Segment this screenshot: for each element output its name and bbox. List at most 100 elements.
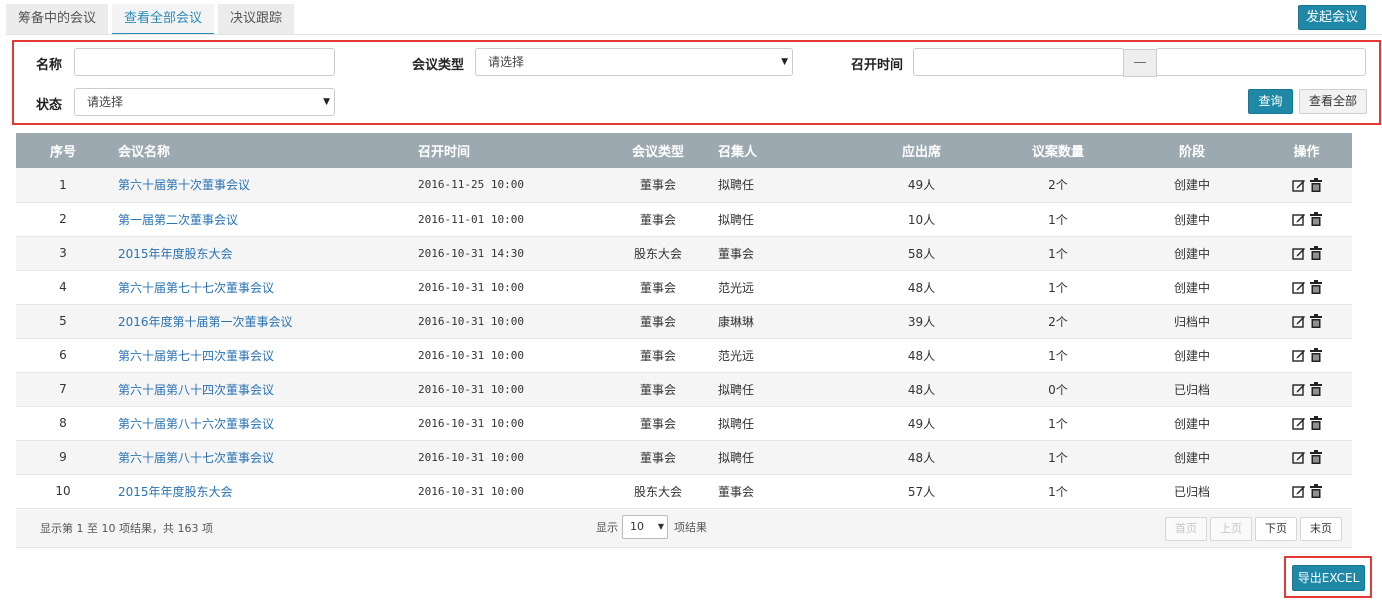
- col-header-time[interactable]: 召开时间: [410, 133, 606, 168]
- col-header-index[interactable]: 序号: [16, 133, 110, 168]
- tab-all-meetings[interactable]: 查看全部会议: [112, 4, 215, 35]
- end-time-input[interactable]: [1156, 48, 1366, 76]
- meeting-name-link[interactable]: 第六十届第八十七次董事会议: [110, 440, 410, 474]
- cell-motions: 1个: [1048, 280, 1068, 295]
- cell-actions: [1261, 372, 1352, 406]
- table-row: 2 第一届第二次董事会议 2016-11-01 10:00 董事会 拟聘任 10人 1个 创建…: [16, 202, 1352, 236]
- delete-icon[interactable]: [1308, 246, 1324, 261]
- meeting-name-link[interactable]: 2015年年度股东大会: [110, 236, 410, 270]
- cell-actions: [1261, 202, 1352, 236]
- cell-index: 6: [59, 348, 67, 362]
- col-header-convener[interactable]: 召集人: [710, 133, 850, 168]
- cell-actions: [1261, 236, 1352, 270]
- cell-motions: 1个: [1048, 450, 1068, 465]
- meeting-name-link[interactable]: 第六十届第八十四次董事会议: [110, 372, 410, 406]
- cell-index: 9: [59, 450, 67, 464]
- next-page-button[interactable]: 下页: [1255, 517, 1297, 541]
- cell-type: 董事会: [639, 382, 676, 397]
- edit-icon[interactable]: [1290, 416, 1308, 430]
- delete-icon[interactable]: [1308, 450, 1324, 465]
- edit-icon[interactable]: [1290, 178, 1308, 192]
- page-length-select[interactable]: 10 ▼: [622, 515, 668, 539]
- delete-icon[interactable]: [1308, 382, 1324, 397]
- delete-icon[interactable]: [1308, 314, 1324, 329]
- cell-type: 董事会: [639, 314, 676, 329]
- edit-icon[interactable]: [1290, 450, 1308, 464]
- tab-resolution-tracking[interactable]: 决议跟踪: [218, 4, 295, 35]
- cell-time: 2016-10-31 10:00: [418, 450, 524, 464]
- col-header-attendees[interactable]: 应出席: [850, 133, 993, 168]
- col-header-name[interactable]: 会议名称: [110, 133, 410, 168]
- filter-panel: 名称 会议类型 请选择 ▼ 召开时间 — 状态 请选择 ▼ 查询 查看全部: [12, 40, 1381, 125]
- cell-actions: [1261, 304, 1352, 338]
- col-header-stage[interactable]: 阶段: [1123, 133, 1261, 168]
- col-header-motions[interactable]: 议案数量: [993, 133, 1123, 168]
- type-select-value: 请选择: [488, 55, 525, 69]
- cell-attendees: 49人: [907, 178, 936, 193]
- cell-attendees: 48人: [907, 348, 936, 363]
- delete-icon[interactable]: [1308, 484, 1324, 499]
- cell-time: 2016-11-25 10:00: [418, 178, 524, 192]
- meeting-name-link[interactable]: 第六十届第七十四次董事会议: [110, 338, 410, 372]
- delete-icon[interactable]: [1308, 178, 1324, 192]
- table-row: 8 第六十届第八十六次董事会议 2016-10-31 10:00 董事会 拟聘任 49人 1…: [16, 406, 1352, 440]
- cell-type: 董事会: [639, 348, 676, 363]
- edit-icon[interactable]: [1290, 382, 1308, 396]
- meeting-name-link[interactable]: 2015年年度股东大会: [110, 474, 410, 508]
- cell-type: 董事会: [639, 416, 676, 431]
- cell-actions: [1261, 270, 1352, 304]
- page-length-suffix: 项结果: [674, 521, 707, 534]
- prev-page-button[interactable]: 上页: [1210, 517, 1252, 541]
- cell-motions: 1个: [1048, 348, 1068, 363]
- type-select[interactable]: 请选择 ▼: [475, 48, 793, 76]
- status-label: 状态: [36, 98, 63, 113]
- cell-attendees: 48人: [907, 450, 936, 465]
- meeting-name-link[interactable]: 第一届第二次董事会议: [110, 202, 410, 236]
- pagination-info: 显示第 1 至 10 项结果，共 163 项: [40, 522, 213, 535]
- name-input[interactable]: [74, 48, 335, 76]
- edit-icon[interactable]: [1290, 280, 1308, 294]
- page-length-label: 显示: [596, 521, 618, 534]
- cell-attendees: 48人: [907, 382, 936, 397]
- pagination-bar: 显示第 1 至 10 项结果，共 163 项 显示 10 ▼ 项结果 首页 上页…: [16, 510, 1352, 548]
- tab-preparing-meetings[interactable]: 筹备中的会议: [6, 4, 109, 35]
- delete-icon[interactable]: [1308, 280, 1324, 295]
- cell-convener: 董事会: [718, 246, 755, 261]
- edit-icon[interactable]: [1290, 246, 1308, 260]
- edit-icon[interactable]: [1290, 484, 1308, 498]
- meeting-name-link[interactable]: 第六十届第十次董事会议: [110, 168, 410, 202]
- cell-actions: [1261, 338, 1352, 372]
- cell-stage: 创建中: [1173, 280, 1210, 295]
- start-time-input[interactable]: [913, 48, 1124, 76]
- edit-icon[interactable]: [1290, 348, 1308, 362]
- status-select[interactable]: 请选择 ▼: [74, 88, 335, 116]
- col-header-type[interactable]: 会议类型: [606, 133, 710, 168]
- cell-motions: 2个: [1048, 314, 1068, 329]
- first-page-button[interactable]: 首页: [1165, 517, 1207, 541]
- cell-type: 股东大会: [633, 246, 682, 261]
- table-row: 9 第六十届第八十七次董事会议 2016-10-31 10:00 董事会 拟聘任 48人 1…: [16, 440, 1352, 474]
- edit-icon[interactable]: [1290, 212, 1308, 226]
- cell-index: 2: [59, 212, 67, 226]
- export-excel-button[interactable]: 导出EXCEL: [1292, 565, 1365, 591]
- cell-actions: [1261, 168, 1352, 202]
- table-header-row: 序号 会议名称 召开时间 会议类型 召集人 应出席 议案数量 阶段 操作: [16, 133, 1352, 168]
- cell-stage: 创建中: [1173, 246, 1210, 261]
- cell-stage: 归档中: [1173, 314, 1210, 329]
- cell-motions: 1个: [1048, 212, 1068, 227]
- cell-stage: 已归档: [1173, 484, 1210, 499]
- cell-convener: 拟聘任: [718, 382, 755, 397]
- launch-meeting-button[interactable]: 发起会议: [1298, 5, 1366, 30]
- delete-icon[interactable]: [1308, 348, 1324, 363]
- query-button[interactable]: 查询: [1248, 89, 1293, 114]
- meeting-name-link[interactable]: 第六十届第七十七次董事会议: [110, 270, 410, 304]
- edit-icon[interactable]: [1290, 314, 1308, 328]
- delete-icon[interactable]: [1308, 212, 1324, 227]
- cell-type: 董事会: [639, 178, 676, 193]
- view-all-button[interactable]: 查看全部: [1299, 89, 1367, 114]
- meeting-name-link[interactable]: 第六十届第八十六次董事会议: [110, 406, 410, 440]
- meeting-name-link[interactable]: 2016年度第十届第一次董事会议: [110, 304, 410, 338]
- last-page-button[interactable]: 末页: [1300, 517, 1342, 541]
- delete-icon[interactable]: [1308, 416, 1324, 431]
- cell-convener: 范光远: [718, 280, 755, 295]
